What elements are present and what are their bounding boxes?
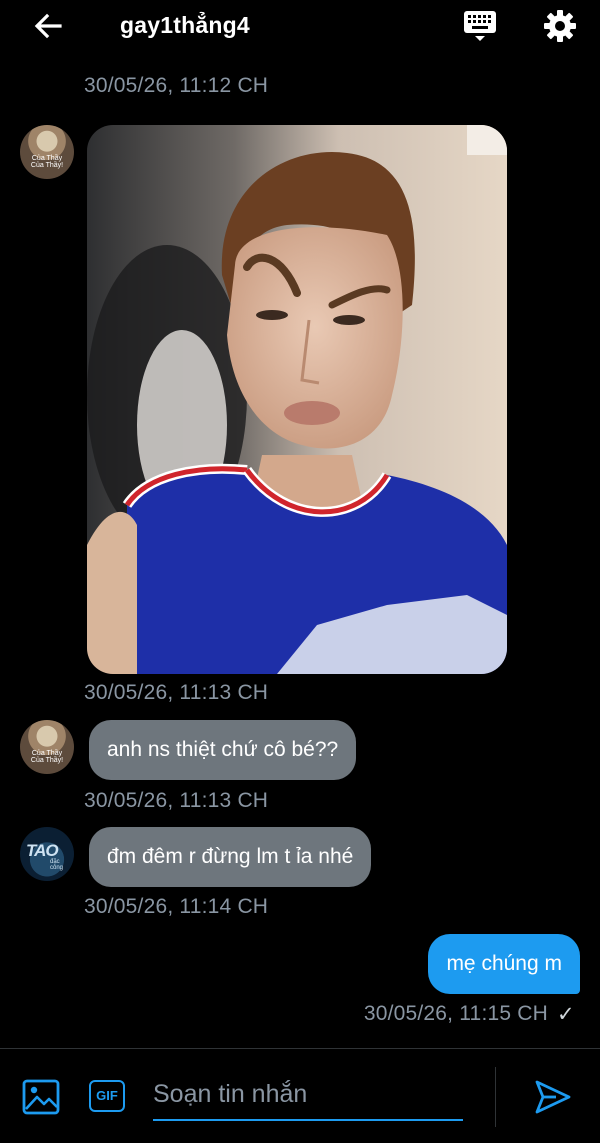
gif-button[interactable]: GIF xyxy=(89,1080,125,1112)
keyboard-button[interactable] xyxy=(460,6,500,46)
back-button[interactable] xyxy=(28,8,68,44)
message-timestamp: 30/05/26, 11:12 CH xyxy=(84,74,269,97)
composer-divider xyxy=(495,1067,496,1127)
avatar-caption: Của Thầy Của Thầy! xyxy=(30,155,64,169)
incoming-message-bubble[interactable]: anh ns thiệt chứ cô bé?? xyxy=(89,720,357,780)
top-bar: gay1thẳng4 xyxy=(0,0,600,52)
message-compose-input[interactable] xyxy=(153,1069,463,1121)
add-image-button[interactable] xyxy=(22,1079,60,1115)
keyboard-icon xyxy=(464,11,496,41)
avatar-subtext: đặc công xyxy=(50,859,64,871)
avatar-caption: Của Thầy Của Thầy! xyxy=(30,750,64,764)
gear-icon xyxy=(544,10,576,42)
message-timestamp: 30/05/26, 11:15 CH xyxy=(363,1002,548,1025)
message-timestamp: 30/05/26, 11:13 CH xyxy=(84,681,269,704)
outgoing-message-bubble[interactable]: mẹ chúng m xyxy=(428,934,580,994)
sender-avatar[interactable]: TAO đặc công xyxy=(20,827,74,881)
incoming-message-bubble[interactable]: đm đêm r đừng lm t ỉa nhé xyxy=(89,827,372,887)
image-icon xyxy=(22,1079,60,1115)
sender-avatar[interactable]: Của Thầy Của Thầy! xyxy=(20,125,74,179)
sender-avatar[interactable]: Của Thầy Của Thầy! xyxy=(20,720,74,774)
sent-status-check: ✓ xyxy=(557,1003,575,1026)
message-timestamp: 30/05/26, 11:14 CH xyxy=(84,895,269,918)
conversation-title: gay1thẳng4 xyxy=(120,12,250,38)
avatar-text: TAO xyxy=(26,841,59,860)
message-timestamp: 30/05/26, 11:13 CH xyxy=(84,789,269,812)
send-button[interactable] xyxy=(534,1079,572,1115)
arrow-left-icon xyxy=(34,13,62,39)
photo-image xyxy=(87,125,507,674)
shared-photo[interactable] xyxy=(87,125,507,674)
send-icon xyxy=(535,1080,571,1114)
settings-button[interactable] xyxy=(540,6,580,46)
composer-bar: GIF xyxy=(0,1048,600,1143)
